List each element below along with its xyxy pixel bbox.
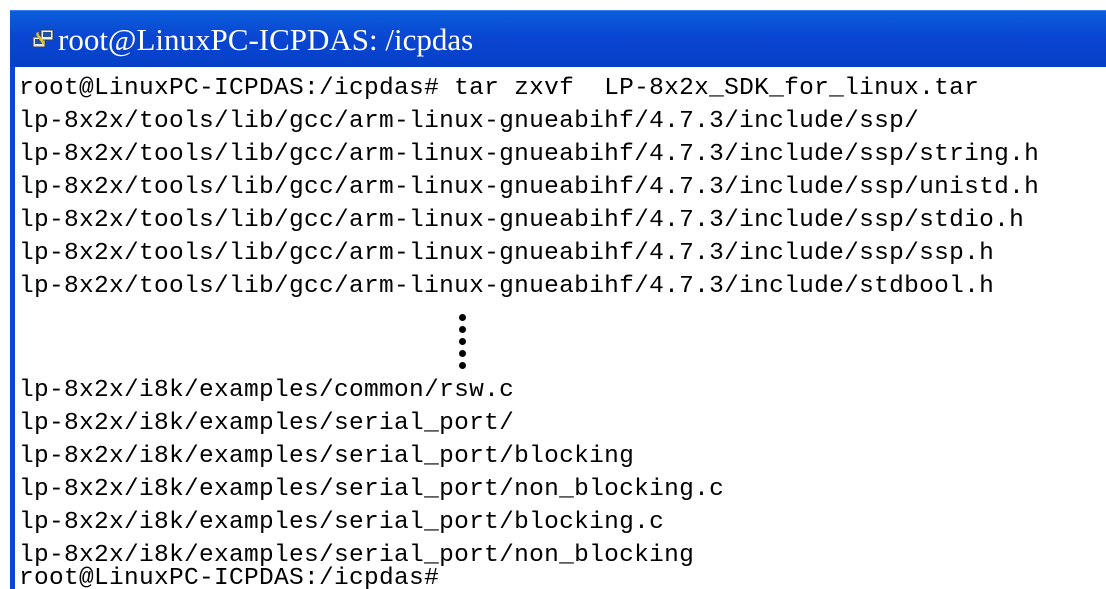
terminal-line: lp-8x2x/i8k/examples/serial_port/non_blo… <box>19 476 725 503</box>
terminal-line: lp-8x2x/tools/lib/gcc/arm-linux-gnueabih… <box>19 273 995 300</box>
terminal-window: root@LinuxPC-ICPDAS: /icpdas root@LinuxP… <box>10 10 1106 589</box>
terminal-line: lp-8x2x/i8k/examples/serial_port/blockin… <box>19 509 665 536</box>
terminal-line: lp-8x2x/i8k/examples/common/rsw.c <box>19 377 515 404</box>
terminal-output[interactable]: root@LinuxPC-ICPDAS:/icpdas# tar zxvf LP… <box>17 72 1106 589</box>
terminal-line: root@LinuxPC-ICPDAS:/icpdas# tar zxvf LP… <box>19 75 980 102</box>
window-title: root@LinuxPC-ICPDAS: /icpdas <box>58 22 474 57</box>
vertical-ellipsis-icon <box>457 314 467 370</box>
terminal-line: lp-8x2x/tools/lib/gcc/arm-linux-gnueabih… <box>19 141 1040 168</box>
terminal-line: lp-8x2x/tools/lib/gcc/arm-linux-gnueabih… <box>19 108 920 135</box>
terminal-line: lp-8x2x/tools/lib/gcc/arm-linux-gnueabih… <box>19 207 1025 234</box>
title-bar[interactable]: root@LinuxPC-ICPDAS: /icpdas <box>10 10 1106 67</box>
terminal-line: lp-8x2x/tools/lib/gcc/arm-linux-gnueabih… <box>19 240 995 267</box>
terminal-line: lp-8x2x/i8k/examples/serial_port/ <box>19 410 515 437</box>
terminal-line: lp-8x2x/tools/lib/gcc/arm-linux-gnueabih… <box>19 174 1040 201</box>
window-left-border <box>10 67 15 589</box>
terminal-line: lp-8x2x/i8k/examples/serial_port/blockin… <box>19 443 635 470</box>
putty-icon <box>32 29 54 48</box>
terminal-prompt: root@LinuxPC-ICPDAS:/icpdas# <box>19 565 440 589</box>
